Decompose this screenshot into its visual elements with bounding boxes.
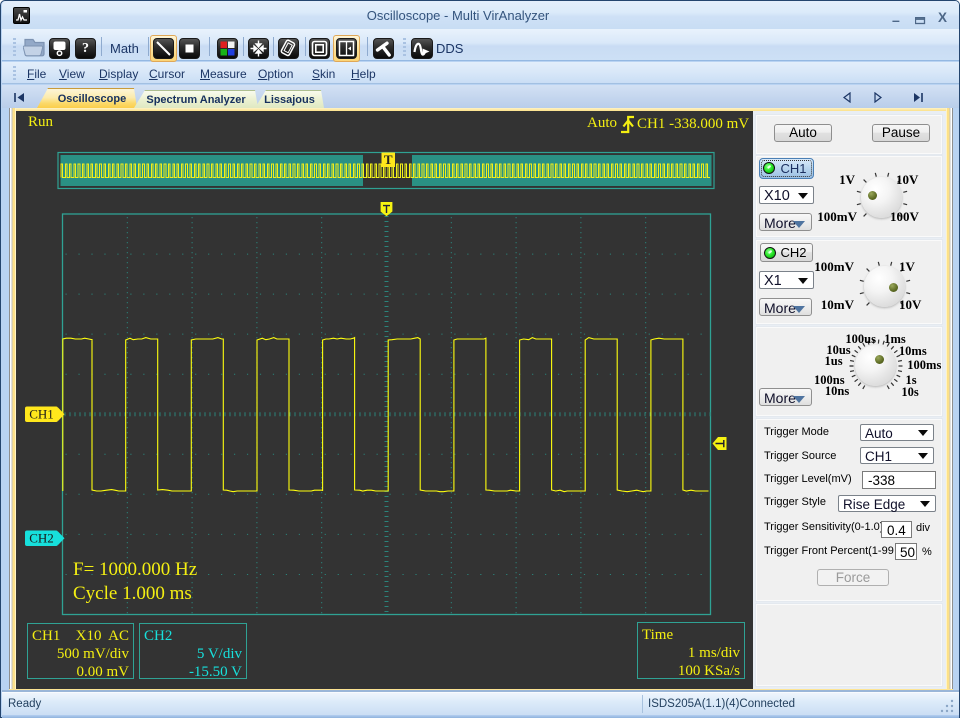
svg-text:T: T [384, 152, 393, 167]
svg-text:CH2: CH2 [29, 530, 54, 545]
svg-text:CH1: CH1 [29, 406, 54, 421]
